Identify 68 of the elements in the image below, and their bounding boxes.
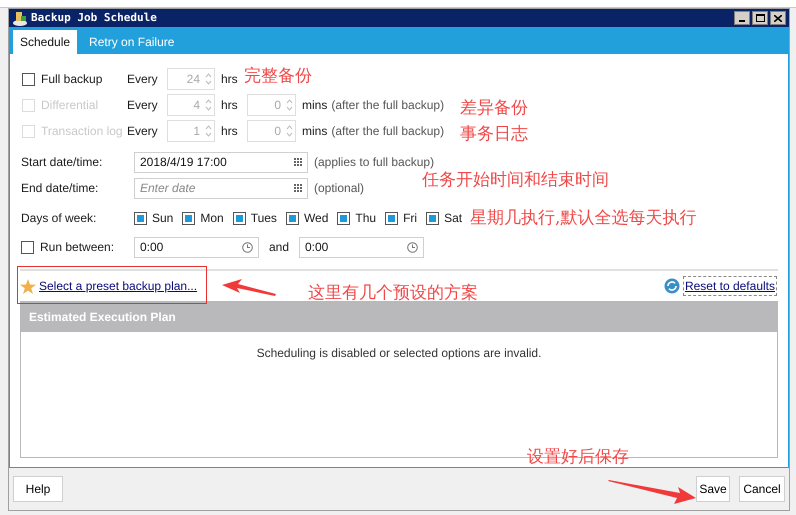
cancel-button[interactable]: Cancel — [739, 476, 785, 502]
preset-plan-link[interactable]: Select a preset backup plan... — [39, 277, 198, 295]
save-button[interactable]: Save — [696, 476, 730, 502]
annotation-text: 事务日志 — [460, 124, 528, 144]
tab[interactable]: Schedule — [13, 30, 78, 54]
refresh-icon — [664, 278, 680, 294]
time-field[interactable]: 0:00 — [299, 236, 424, 258]
checkbox-label: Wed — [304, 210, 328, 227]
calendar-icon[interactable] — [294, 184, 302, 192]
label: Every — [127, 123, 159, 140]
checkbox-label: Sun — [152, 210, 174, 227]
reset-defaults-link[interactable]: Reset to defaults — [682, 276, 777, 296]
star-icon — [20, 278, 36, 294]
annotation-text: 完整备份 — [244, 66, 312, 86]
checkbox-label: Mon — [200, 210, 224, 227]
checkbox-label: Thu — [355, 210, 376, 227]
checkbox-label: Tues — [250, 210, 277, 227]
unit-label: mins — [302, 123, 328, 140]
date-field[interactable]: 2018/4/19 17:00 — [134, 152, 308, 172]
annotation-text: 任务开始时间和结束时间 — [422, 170, 609, 190]
annotation-text: 设置好后保存 — [527, 447, 629, 467]
hint-text: (after the full backup) — [331, 123, 444, 140]
minimize-button[interactable] — [734, 11, 750, 25]
maximize-button[interactable] — [752, 11, 768, 25]
panel-header: Estimated Execution Plan — [21, 302, 777, 332]
clock-icon[interactable] — [242, 242, 253, 252]
close-button[interactable] — [770, 11, 786, 25]
unit-label: hrs — [221, 123, 239, 140]
label: and — [268, 239, 290, 256]
maximize-icon — [756, 14, 764, 22]
field-label: Days of week: — [21, 210, 98, 227]
checkbox-label: Run between: — [40, 239, 114, 256]
help-button[interactable]: Help — [13, 476, 63, 502]
checkbox-label: Full backup — [41, 71, 102, 88]
status-message: Scheduling is disabled or selected options are invalid. — [256, 345, 542, 362]
annotation-text: 差异备份 — [460, 98, 528, 118]
checkbox-label: Fri — [403, 210, 418, 227]
date-field[interactable]: Enter date — [134, 178, 308, 198]
app-icon — [12, 10, 28, 26]
window-title: Backup Job Schedule — [31, 10, 157, 26]
field-label: Start date/time: — [21, 154, 104, 171]
unit-label: hrs — [221, 71, 239, 88]
checkbox[interactable] — [286, 212, 299, 224]
checkbox[interactable] — [337, 212, 350, 224]
calendar-icon[interactable] — [294, 158, 302, 166]
minimize-icon — [739, 20, 745, 22]
annotation-text: 这里有几个预设的方案 — [308, 283, 478, 303]
hint-text: (after the full backup) — [331, 97, 444, 114]
time-field[interactable]: 0:00 — [134, 236, 259, 258]
hint-text: (optional) — [314, 180, 364, 197]
unit-label: hrs — [221, 97, 239, 114]
unit-label: mins — [302, 97, 328, 114]
checkbox[interactable] — [385, 212, 398, 224]
clock-icon[interactable] — [407, 242, 418, 252]
annotation-arrow — [222, 279, 276, 297]
checkbox[interactable] — [22, 72, 35, 86]
checkbox[interactable] — [182, 212, 196, 224]
checkbox[interactable] — [426, 212, 440, 224]
hint-text: (applies to full backup) — [314, 154, 434, 171]
checkbox-label: Sat — [444, 210, 462, 227]
checkbox[interactable] — [134, 212, 147, 224]
checkbox[interactable] — [232, 212, 246, 224]
label: Every — [127, 97, 159, 114]
close-icon — [774, 14, 782, 22]
field-label: End date/time: — [21, 180, 100, 197]
checkbox[interactable] — [21, 240, 34, 254]
label: Every — [127, 71, 159, 88]
annotation-text: 星期几执行,默认全选每天执行 — [470, 208, 696, 228]
